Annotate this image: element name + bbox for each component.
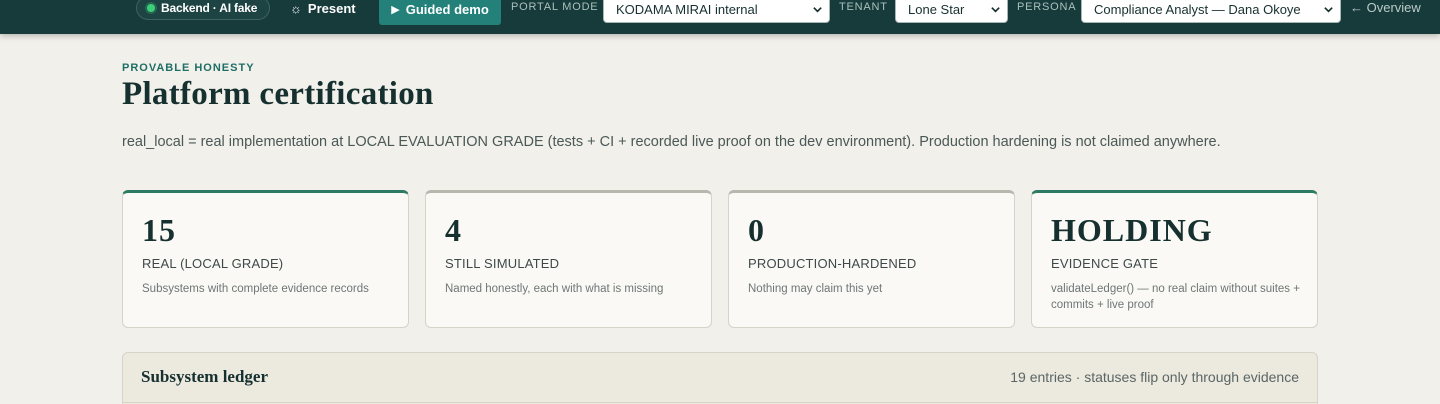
stat-description: Named honestly, each with what is missin… (445, 283, 664, 295)
portal-mode-select[interactable]: KODAMA MIRAI internal (603, 0, 830, 23)
persona-label: PERSONA (1017, 1, 1077, 13)
tenant-select[interactable]: Lone Star (895, 0, 1008, 23)
persona-select[interactable]: Compliance Analyst — Dana Okoye (1081, 0, 1341, 23)
stat-label: REAL (LOCAL GRADE) (142, 256, 284, 271)
page-title: Platform certification (122, 76, 434, 112)
present-label: Present (307, 1, 356, 16)
overview-link[interactable]: ← Overview (1350, 0, 1421, 17)
page-intro: real_local = real implementation at LOCA… (122, 134, 1221, 150)
sun-icon: ☼ (290, 1, 302, 16)
stat-label: PRODUCTION-HARDENED (748, 256, 917, 271)
ledger-divider (123, 402, 1317, 403)
portal-mode-value: KODAMA MIRAI internal (616, 1, 758, 17)
stat-value: HOLDING (1051, 212, 1213, 248)
chevron-down-icon (1324, 7, 1333, 13)
backend-status-badge: Backend · AI fake (136, 0, 271, 20)
ledger-meta: 19 entries · statuses flip only through … (1010, 369, 1299, 385)
stat-card-simulated: 4 STILL SIMULATED Named honestly, each w… (425, 190, 712, 328)
tenant-value: Lone Star (908, 1, 965, 17)
portal-mode-label: PORTAL MODE (511, 1, 599, 13)
stat-card-production: 0 PRODUCTION-HARDENED Nothing may claim … (728, 190, 1015, 328)
subsystem-ledger-panel: Subsystem ledger 19 entries · statuses f… (122, 352, 1318, 404)
stat-description: Nothing may claim this yet (748, 283, 883, 295)
stat-value: 15 (142, 212, 176, 248)
stat-value: 4 (445, 212, 462, 248)
stat-description: Subsystems with complete evidence record… (142, 283, 369, 295)
backend-status-label: Backend · AI fake (161, 1, 258, 15)
chevron-down-icon (991, 7, 1000, 13)
stat-card-evidence-gate: HOLDING EVIDENCE GATE validateLedger() —… (1031, 190, 1318, 328)
stat-value: 0 (748, 212, 765, 248)
present-button[interactable]: ☼ Present (290, 0, 356, 17)
guided-demo-button[interactable]: ▶ Guided demo (379, 0, 501, 25)
stat-description: validateLedger() — no real claim without… (1051, 283, 1300, 311)
section-eyebrow: PROVABLE HONESTY (122, 62, 255, 74)
ledger-title: Subsystem ledger (141, 367, 269, 386)
stat-label: STILL SIMULATED (445, 256, 560, 271)
guided-demo-label: Guided demo (405, 2, 489, 17)
persona-value: Compliance Analyst — Dana Okoye (1094, 1, 1301, 17)
tenant-label: TENANT (839, 1, 888, 13)
stat-label: EVIDENCE GATE (1051, 256, 1159, 271)
status-dot-icon (147, 4, 155, 12)
stat-card-real: 15 REAL (LOCAL GRADE) Subsystems with co… (122, 190, 409, 328)
chevron-down-icon (813, 7, 822, 13)
top-bar: Backend · AI fake ☼ Present ▶ Guided dem… (0, 0, 1440, 34)
play-icon: ▶ (391, 4, 400, 16)
